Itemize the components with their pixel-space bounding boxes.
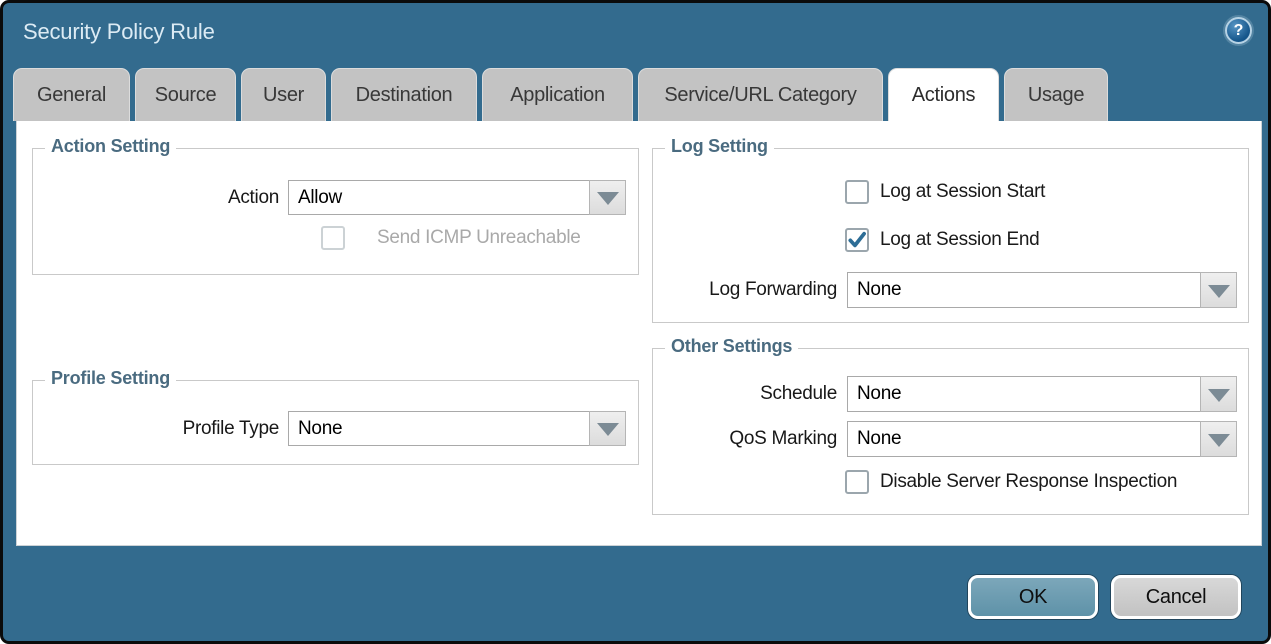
schedule-label: Schedule <box>653 376 837 412</box>
tab-service-url-category[interactable]: Service/URL Category <box>638 68 883 121</box>
dialog-title: Security Policy Rule <box>23 19 215 45</box>
log-forwarding-dropdown-button[interactable] <box>1200 272 1237 308</box>
profile-setting-legend: Profile Setting <box>45 368 176 389</box>
log-setting-legend: Log Setting <box>665 136 774 157</box>
profile-type-dropdown-value[interactable]: None <box>288 411 590 446</box>
tab-source[interactable]: Source <box>135 68 236 121</box>
send-icmp-label: Send ICMP Unreachable <box>377 226 581 250</box>
chevron-down-icon <box>1208 434 1230 447</box>
chevron-down-icon <box>597 423 619 436</box>
action-setting-group: Action Setting Action Allow Send ICMP Un… <box>32 148 639 275</box>
tab-usage[interactable]: Usage <box>1004 68 1108 121</box>
profile-type-label: Profile Type <box>33 411 279 446</box>
qos-marking-dropdown-button[interactable] <box>1200 421 1237 457</box>
profile-setting-group: Profile Setting Profile Type None <box>32 380 639 465</box>
other-settings-legend: Other Settings <box>665 336 798 357</box>
actions-tab-panel: Action Setting Action Allow Send ICMP Un… <box>16 121 1262 546</box>
log-session-start-label: Log at Session Start <box>880 180 1045 204</box>
log-session-end-label: Log at Session End <box>880 228 1039 252</box>
dsri-checkbox[interactable] <box>845 470 869 494</box>
schedule-dropdown-value[interactable]: None <box>847 376 1201 412</box>
dsri-label: Disable Server Response Inspection <box>880 470 1177 494</box>
chevron-down-icon <box>1208 285 1230 298</box>
log-setting-group: Log Setting Log at Session Start Log at … <box>652 148 1249 323</box>
log-forwarding-label: Log Forwarding <box>653 272 837 308</box>
screen: Security Policy Rule ? General Source Us… <box>0 0 1271 644</box>
cancel-button[interactable]: Cancel <box>1111 575 1241 619</box>
chevron-down-icon <box>597 192 619 205</box>
tab-application[interactable]: Application <box>482 68 633 121</box>
tab-destination[interactable]: Destination <box>331 68 477 121</box>
qos-marking-dropdown-value[interactable]: None <box>847 421 1201 457</box>
ok-button[interactable]: OK <box>968 575 1098 619</box>
tab-general[interactable]: General <box>13 68 130 121</box>
action-dropdown-button[interactable] <box>589 180 626 215</box>
tab-user[interactable]: User <box>241 68 326 121</box>
action-dropdown-value[interactable]: Allow <box>288 180 590 215</box>
chevron-down-icon <box>1208 389 1230 402</box>
security-policy-rule-dialog: Security Policy Rule ? General Source Us… <box>0 0 1271 644</box>
action-setting-legend: Action Setting <box>45 136 176 157</box>
qos-marking-label: QoS Marking <box>653 421 837 457</box>
help-icon[interactable]: ? <box>1225 17 1252 44</box>
check-icon <box>847 229 867 251</box>
log-session-end-checkbox[interactable] <box>845 228 869 252</box>
send-icmp-checkbox <box>321 226 345 250</box>
tab-bar: General Source User Destination Applicat… <box>13 68 1108 121</box>
profile-type-dropdown-button[interactable] <box>589 411 626 446</box>
other-settings-group: Other Settings Schedule None QoS Marking… <box>652 348 1249 515</box>
tab-actions[interactable]: Actions <box>888 68 999 121</box>
action-label: Action <box>33 180 279 215</box>
log-session-start-checkbox[interactable] <box>845 180 869 204</box>
log-forwarding-dropdown-value[interactable]: None <box>847 272 1201 308</box>
schedule-dropdown-button[interactable] <box>1200 376 1237 412</box>
